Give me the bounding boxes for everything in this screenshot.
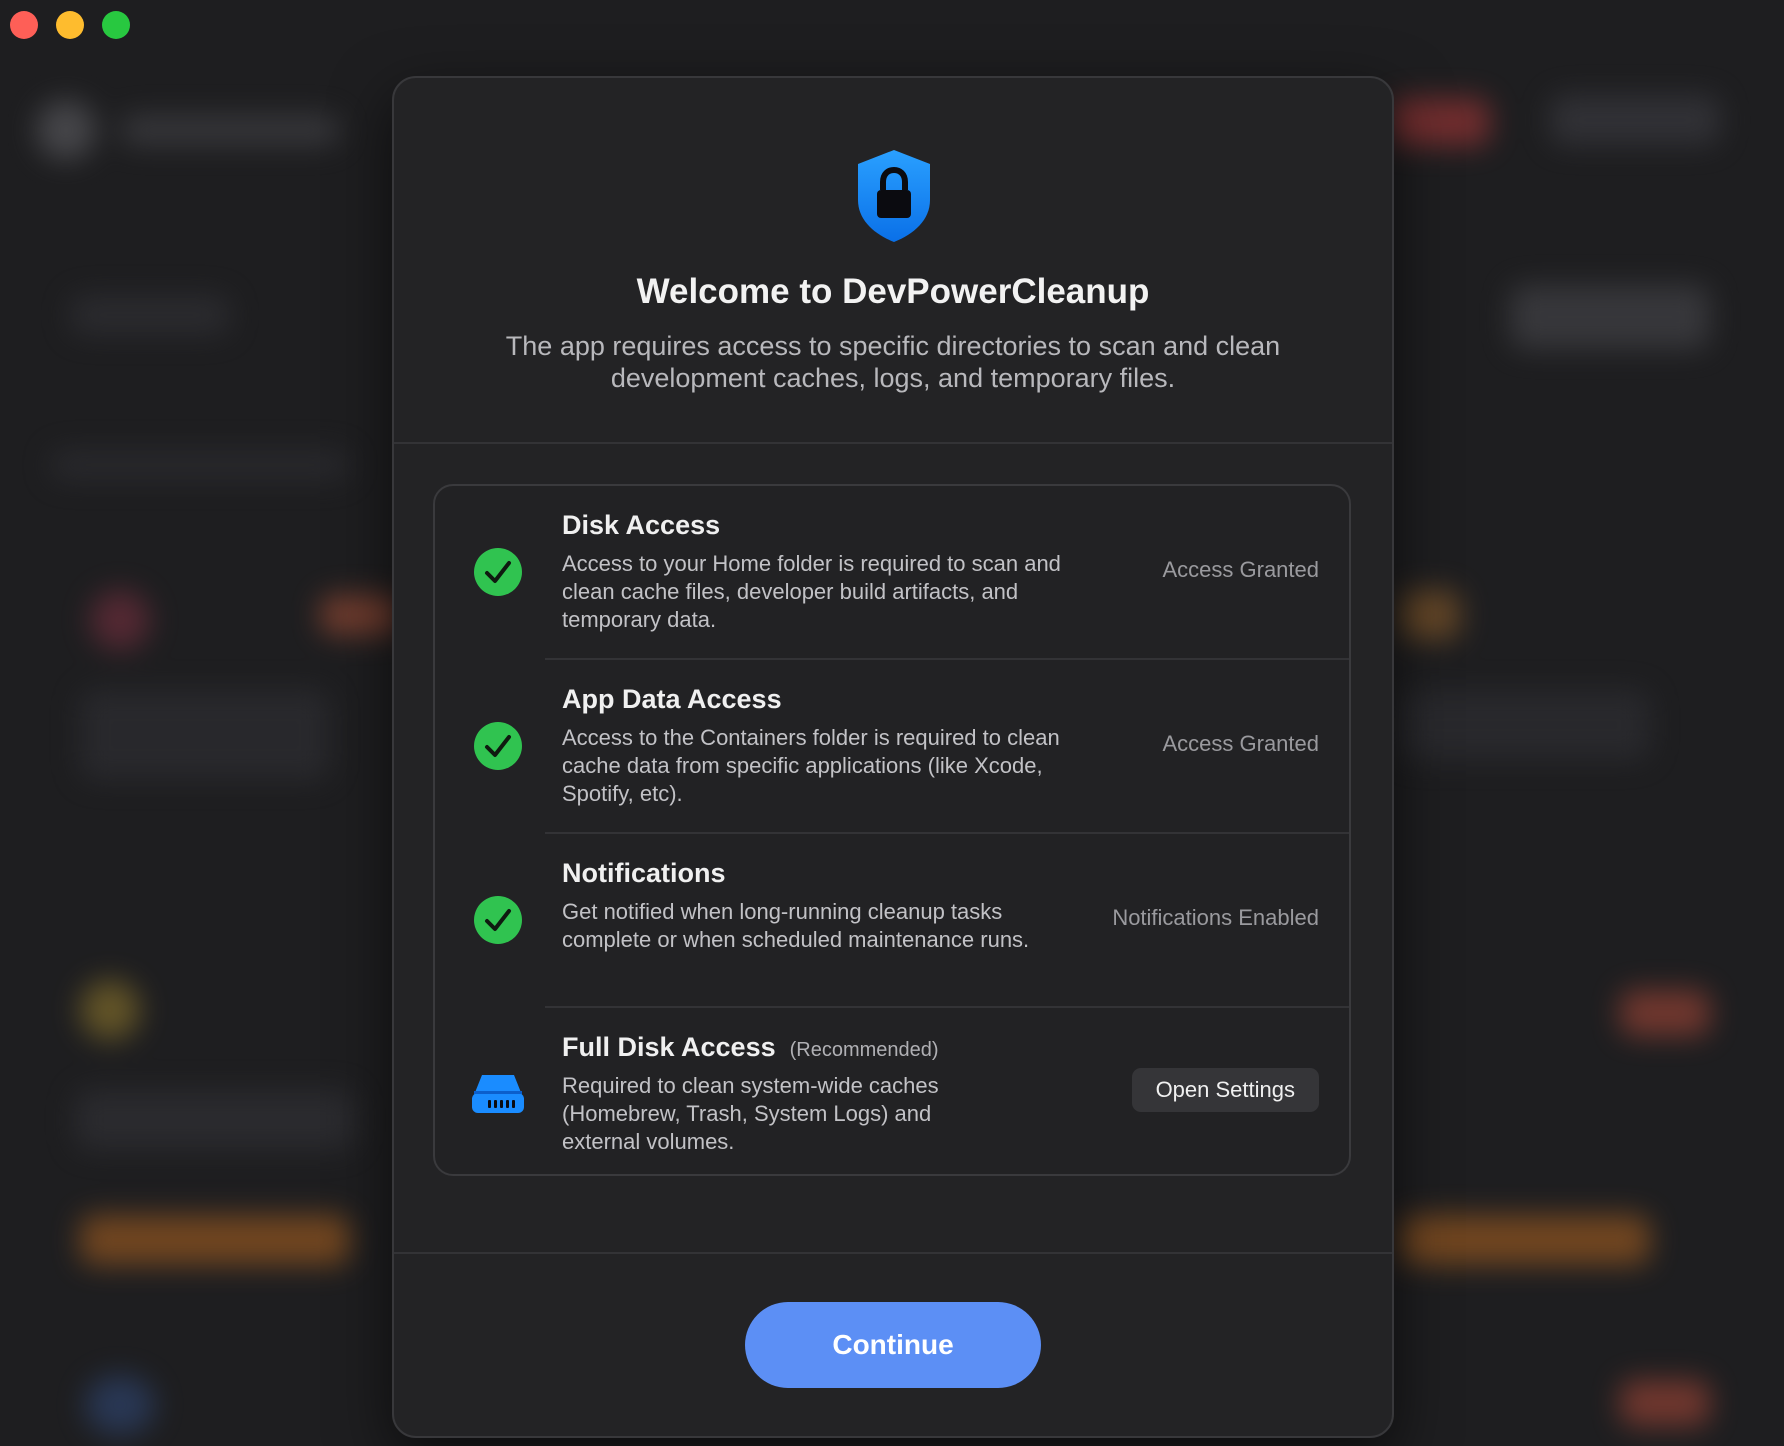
minimize-window-button[interactable] xyxy=(56,11,84,39)
permissions-list: Disk Access Access to your Home folder i… xyxy=(433,484,1351,1176)
permission-title: Notifications xyxy=(562,858,726,888)
checkmark-circle-icon xyxy=(474,722,522,770)
permission-title: App Data Access xyxy=(562,684,782,714)
permission-description: Access to your Home folder is required t… xyxy=(562,551,1061,632)
permission-description: Get notified when long-running cleanup t… xyxy=(562,899,1030,952)
permission-status: Access Granted xyxy=(1162,731,1319,756)
hard-drive-icon xyxy=(472,1075,524,1113)
permission-row-full-disk-access: Full Disk Access (Recommended) Required t… xyxy=(435,1008,1349,1182)
shield-lock-icon xyxy=(858,150,930,242)
permission-description: Access to the Containers folder is requi… xyxy=(562,725,1060,806)
continue-button[interactable]: Continue xyxy=(745,1302,1041,1388)
dialog-header: Welcome to DevPowerCleanup The app requi… xyxy=(394,78,1392,444)
checkmark-circle-icon xyxy=(474,896,522,944)
permission-status: Notifications Enabled xyxy=(1112,905,1319,930)
recommended-tag: (Recommended) xyxy=(789,1039,939,1061)
permission-row-app-data-access: App Data Access Access to the Containers… xyxy=(435,660,1349,834)
checkmark-circle-icon xyxy=(474,548,522,596)
welcome-dialog: Welcome to DevPowerCleanup The app requi… xyxy=(392,76,1394,1438)
window-controls xyxy=(10,11,130,39)
permission-title-text: Full Disk Access xyxy=(562,1032,776,1062)
permission-row-notifications: Notifications Get notified when long-run… xyxy=(435,834,1349,1008)
permission-description: Required to clean system-wide caches (Ho… xyxy=(562,1073,939,1154)
dialog-title: Welcome to DevPowerCleanup xyxy=(636,272,1150,311)
close-window-button[interactable] xyxy=(10,11,38,39)
open-settings-button[interactable]: Open Settings xyxy=(1131,1068,1319,1112)
permission-title: Disk Access xyxy=(562,510,721,540)
zoom-window-button[interactable] xyxy=(102,11,130,39)
dialog-subtitle: The app requires access to specific dire… xyxy=(505,331,1281,393)
app-window: Welcome to DevPowerCleanup The app requi… xyxy=(0,0,1784,1446)
permission-title: Full Disk Access (Recommended) xyxy=(562,1032,939,1063)
footer-divider xyxy=(394,1252,1392,1254)
permission-status: Access Granted xyxy=(1162,557,1319,582)
permission-row-disk-access: Disk Access Access to your Home folder i… xyxy=(435,486,1349,660)
